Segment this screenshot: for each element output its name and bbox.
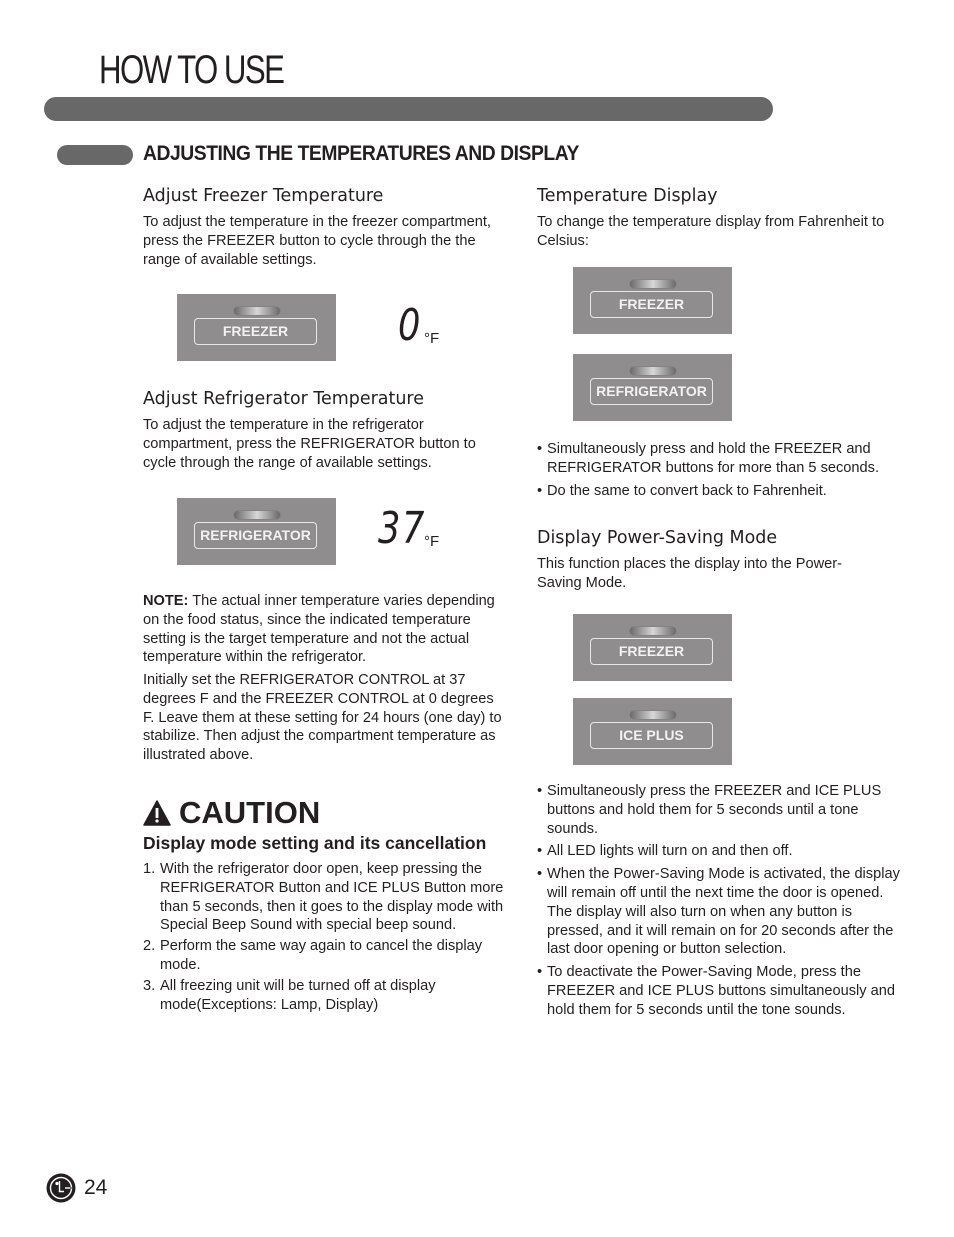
freezer-button[interactable]: FREEZER — [590, 638, 713, 665]
temp-display-heading: Temperature Display — [537, 185, 718, 206]
note-text: The actual inner temperature varies depe… — [143, 593, 495, 666]
freezer-temp-value: 0 — [398, 300, 422, 351]
lg-logo-icon — [46, 1173, 76, 1203]
temp-display-bullets: Simultaneously press and hold the FREEZE… — [537, 440, 909, 500]
temp-display-body: To change the temperature display from F… — [537, 214, 885, 249]
led-indicator-icon — [630, 711, 676, 719]
freezer-temp-unit: °F — [424, 330, 440, 347]
power-saving-body: This function places the display into th… — [537, 556, 843, 591]
caution-title: CAUTION — [143, 795, 320, 831]
note-label: NOTE: — [143, 593, 189, 609]
section-heading: ADJUSTING THE TEMPERATURES AND DISPLAY — [143, 142, 579, 165]
caution-subheading: Display mode setting and its cancellatio… — [143, 833, 487, 853]
led-indicator-icon — [630, 627, 676, 635]
power-saving-bullets: Simultaneously press the FREEZER and ICE… — [537, 782, 909, 1020]
fridge-temp-unit: °F — [424, 533, 440, 550]
led-indicator-icon — [234, 511, 280, 519]
section-marker — [57, 145, 133, 165]
temp-display-bullets-container: Simultaneously press and hold the FREEZE… — [537, 440, 909, 504]
title-bar-divider — [44, 97, 773, 121]
page-title: HOW TO USE — [99, 48, 285, 92]
caution-item: 1. With the refrigerator door open, keep … — [143, 861, 504, 934]
fridge-temp-heading: Adjust Refrigerator Temperature — [143, 388, 424, 409]
list-item: Do the same to convert back to Fahrenhei… — [537, 482, 909, 501]
power-saving-heading: Display Power-Saving Mode — [537, 527, 778, 548]
temp-display-freezer-panel: FREEZER — [573, 267, 732, 334]
initial-setting-paragraph: Initially set the REFRIGERATOR CONTROL a… — [143, 672, 502, 764]
temp-display-fridge-panel: REFRIGERATOR — [573, 354, 732, 421]
freezer-button[interactable]: FREEZER — [194, 318, 317, 345]
led-indicator-icon — [630, 280, 676, 288]
fridge-control-panel: REFRIGERATOR — [177, 498, 336, 565]
caution-item: 3. All freezing unit will be turned off a… — [143, 977, 436, 1013]
refrigerator-button[interactable]: REFRIGERATOR — [194, 522, 317, 549]
freezer-temp-body: To adjust the temperature in the freezer… — [143, 214, 491, 268]
warning-triangle-icon — [143, 800, 171, 826]
ice-plus-button[interactable]: ICE PLUS — [590, 722, 713, 749]
caution-label: CAUTION — [179, 795, 321, 830]
list-item: To deactivate the Power-Saving Mode, pre… — [537, 963, 909, 1019]
page-number: 24 — [84, 1176, 108, 1199]
fridge-temp-body: To adjust the temperature in the refrige… — [143, 417, 476, 471]
freezer-button[interactable]: FREEZER — [590, 291, 713, 318]
caution-list: 1. With the refrigerator door open, keep … — [143, 860, 513, 1014]
power-saving-iceplus-panel: ICE PLUS — [573, 698, 732, 765]
caution-list-container: 1. With the refrigerator door open, keep … — [143, 860, 513, 1016]
note-paragraph: NOTE: The actual inner temperature varie… — [143, 592, 513, 667]
refrigerator-button[interactable]: REFRIGERATOR — [590, 378, 713, 405]
power-saving-bullets-container: Simultaneously press the FREEZER and ICE… — [537, 782, 909, 1024]
list-item: Simultaneously press the FREEZER and ICE… — [537, 782, 909, 838]
power-saving-freezer-panel: FREEZER — [573, 614, 732, 681]
led-indicator-icon — [630, 367, 676, 375]
led-indicator-icon — [234, 307, 280, 315]
freezer-temp-readout: 0 °F — [398, 300, 458, 351]
fridge-temp-value: 37 — [378, 503, 426, 554]
freezer-temp-heading: Adjust Freezer Temperature — [143, 185, 384, 206]
list-item: Simultaneously press and hold the FREEZE… — [537, 440, 909, 478]
list-item: When the Power-Saving Mode is activated,… — [537, 865, 909, 959]
caution-item: 2. Perform the same way again to cancel t… — [143, 938, 483, 973]
freezer-control-panel: FREEZER — [177, 294, 336, 361]
list-item: All LED lights will turn on and then off… — [537, 842, 909, 861]
fridge-temp-readout: 37 °F — [378, 503, 458, 554]
